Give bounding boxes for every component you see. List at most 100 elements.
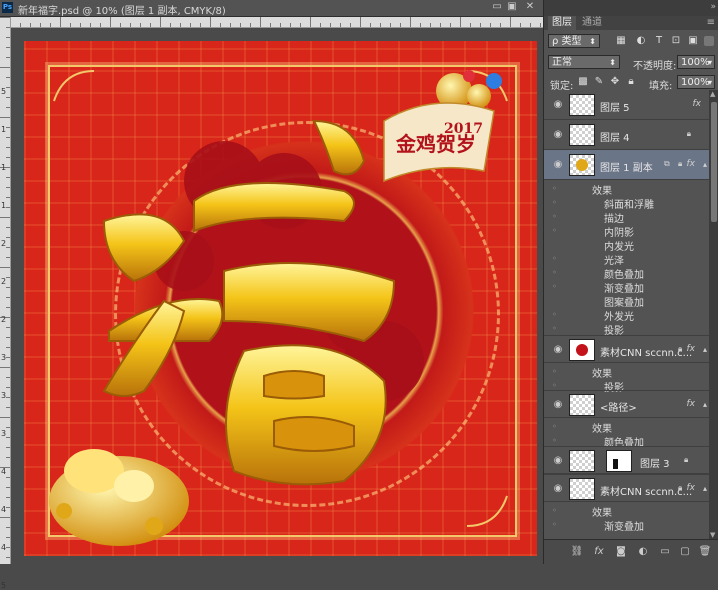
layers-list[interactable]: ◉ 图层 5 fx ◉ 图层 4 🔒︎ ◉ 图层 1 副本 ⧉ 🔒︎ fx ▴ … bbox=[544, 90, 709, 539]
adjustment-icon[interactable]: ◐ bbox=[636, 546, 650, 558]
collapse-icon[interactable]: » bbox=[710, 2, 716, 12]
ruler-tick bbox=[170, 23, 171, 27]
lock-transparency-icon[interactable]: ▩ bbox=[578, 77, 588, 87]
chevron-up-icon[interactable]: ▴ bbox=[703, 484, 707, 493]
eye-icon[interactable]: ◉ bbox=[552, 130, 564, 140]
effect-item[interactable]: 渐变叠加 bbox=[604, 518, 644, 533]
ruler-tick bbox=[6, 247, 10, 248]
ruler-tick bbox=[520, 23, 521, 27]
layer-row-selected[interactable]: ◉ 图层 1 副本 ⧉ 🔒︎ fx ▴ bbox=[544, 150, 709, 180]
shape-filter-icon[interactable]: ⊡ bbox=[671, 36, 681, 46]
document-tab[interactable]: Ps 新年福字.psd @ 10% (图层 1 副本, CMYK/8) ▭ ▣ … bbox=[0, 0, 543, 17]
effect-item[interactable]: 内阴影 bbox=[604, 224, 634, 239]
layer-row[interactable]: ◉ 图层 3 🔒︎ bbox=[544, 446, 709, 474]
layer-row[interactable]: ◉ 图层 5 fx bbox=[544, 90, 709, 120]
layer-mask-thumbnail[interactable] bbox=[606, 450, 632, 472]
panel-menu-icon[interactable]: ≡ bbox=[707, 17, 715, 28]
eye-icon[interactable]: ◦ bbox=[552, 268, 557, 277]
eye-icon[interactable]: ◉ bbox=[552, 484, 564, 494]
photoshop-icon: Ps bbox=[2, 2, 13, 13]
chevron-up-icon[interactable]: ▴ bbox=[703, 345, 707, 354]
new-layer-icon[interactable]: ▢ bbox=[678, 546, 692, 558]
eye-icon[interactable]: ◦ bbox=[552, 436, 557, 445]
eye-icon[interactable]: ◦ bbox=[552, 520, 557, 529]
fx-icon[interactable]: fx bbox=[693, 99, 702, 109]
ruler-tick bbox=[180, 23, 181, 27]
fx-icon[interactable]: fx bbox=[687, 159, 696, 169]
lock-all-icon[interactable]: 🔒︎ bbox=[626, 77, 636, 87]
eye-icon[interactable]: ◦ bbox=[552, 506, 557, 515]
eye-icon[interactable]: ◦ bbox=[552, 381, 557, 390]
tab-layers[interactable]: 图层 bbox=[548, 16, 576, 30]
layers-scrollbar[interactable]: ▲ ▼ bbox=[709, 90, 718, 539]
canvas[interactable]: 金鸡贺岁 2017 bbox=[24, 41, 537, 556]
layer-name[interactable]: 图层 4 bbox=[600, 129, 630, 144]
eye-icon[interactable]: ◉ bbox=[552, 345, 564, 355]
effect-item[interactable]: 光泽 bbox=[604, 252, 624, 267]
effect-item[interactable]: 内发光 bbox=[604, 238, 634, 253]
lock-pixels-icon[interactable]: ✎ bbox=[594, 77, 604, 87]
scroll-up-icon[interactable]: ▲ bbox=[710, 90, 715, 98]
fx-icon[interactable]: fx bbox=[687, 399, 696, 409]
chevron-up-icon[interactable]: ▴ bbox=[703, 160, 707, 169]
chevron-up-icon[interactable]: ▴ bbox=[703, 400, 707, 409]
layer-name[interactable]: 图层 3 bbox=[640, 455, 670, 470]
layer-row[interactable]: ◉ 素材CNN sccnn.c... 🔒︎ fx ▴ bbox=[544, 474, 709, 502]
fx-icon[interactable]: fx bbox=[687, 344, 696, 354]
effect-item[interactable]: 外发光 bbox=[604, 308, 634, 323]
layer-thumbnail bbox=[569, 124, 595, 146]
layer-row[interactable]: ◉ 图层 4 🔒︎ bbox=[544, 120, 709, 150]
lock-position-icon[interactable]: ✥ bbox=[610, 77, 620, 87]
filter-toggle[interactable] bbox=[704, 36, 714, 46]
link-icon[interactable]: ⛓ bbox=[570, 546, 584, 558]
eye-icon[interactable]: ◦ bbox=[552, 184, 557, 193]
eye-icon[interactable]: ◦ bbox=[552, 198, 557, 207]
eye-icon[interactable]: ◦ bbox=[552, 254, 557, 263]
ruler-tick bbox=[70, 23, 71, 27]
panel-header[interactable]: » bbox=[544, 0, 718, 16]
eye-icon[interactable]: ◦ bbox=[552, 324, 557, 333]
eye-icon[interactable]: ◉ bbox=[552, 100, 564, 110]
blend-mode-dropdown[interactable]: 正常 ⬍ bbox=[548, 55, 620, 69]
layer-name[interactable]: 图层 5 bbox=[600, 99, 630, 114]
effect-item[interactable]: 渐变叠加 bbox=[604, 280, 644, 295]
ruler-vertical[interactable]: 5 1 1 1 2 2 2 3 3 3 4 4 4 5 bbox=[0, 17, 11, 590]
trash-icon[interactable]: 🗑︎ bbox=[698, 546, 712, 558]
eye-icon[interactable]: ◉ bbox=[552, 160, 564, 170]
effect-item[interactable]: 图案叠加 bbox=[604, 294, 644, 309]
layer-row[interactable]: ◉ 素材CNN sccnn.c... 🔒︎ fx ▴ bbox=[544, 335, 709, 363]
adjustment-filter-icon[interactable]: ◐ bbox=[636, 36, 646, 46]
fx-icon[interactable]: fx bbox=[592, 546, 606, 558]
eye-icon[interactable]: ◦ bbox=[552, 310, 557, 319]
fill-input[interactable]: 100% ▾ bbox=[677, 75, 715, 89]
layer-name[interactable]: 图层 1 副本 bbox=[600, 159, 653, 174]
type-filter-icon[interactable]: T bbox=[654, 36, 664, 46]
smart-object-filter-icon[interactable]: ▣ bbox=[688, 36, 698, 46]
minimize-icon[interactable]: ▭ bbox=[491, 1, 503, 13]
eye-icon[interactable]: ◦ bbox=[552, 212, 557, 221]
eye-icon[interactable]: ◦ bbox=[552, 422, 557, 431]
effect-item[interactable]: 颜色叠加 bbox=[604, 266, 644, 281]
opacity-input[interactable]: 100% ▾ bbox=[677, 55, 715, 69]
eye-icon[interactable]: ◉ bbox=[552, 400, 564, 410]
effect-item[interactable]: 斜面和浮雕 bbox=[604, 196, 654, 211]
ruler-horizontal[interactable] bbox=[10, 17, 543, 28]
pixel-filter-icon[interactable]: ▦ bbox=[616, 36, 626, 46]
eye-icon[interactable]: ◦ bbox=[552, 367, 557, 376]
ruler-tick bbox=[6, 327, 10, 328]
layer-row[interactable]: ◉ <路径> fx ▴ bbox=[544, 390, 709, 418]
eye-icon[interactable]: ◉ bbox=[552, 456, 564, 466]
eye-icon[interactable]: ◦ bbox=[552, 282, 557, 291]
filter-kind-dropdown[interactable]: ρ 类型 ⬍ bbox=[548, 34, 600, 48]
scroll-thumb[interactable] bbox=[711, 102, 717, 222]
tab-channels[interactable]: 通道 bbox=[578, 16, 606, 30]
layer-name[interactable]: <路径> bbox=[600, 399, 637, 414]
eye-icon[interactable]: ◦ bbox=[552, 226, 557, 235]
restore-icon[interactable]: ▣ bbox=[506, 1, 518, 13]
effect-item[interactable]: 描边 bbox=[604, 210, 624, 225]
folder-icon[interactable]: ▭ bbox=[658, 546, 672, 558]
scroll-down-icon[interactable]: ▼ bbox=[710, 531, 715, 539]
mask-icon[interactable]: ◙ bbox=[614, 546, 628, 558]
fx-icon[interactable]: fx bbox=[687, 483, 696, 493]
close-icon[interactable]: ✕ bbox=[524, 1, 536, 13]
